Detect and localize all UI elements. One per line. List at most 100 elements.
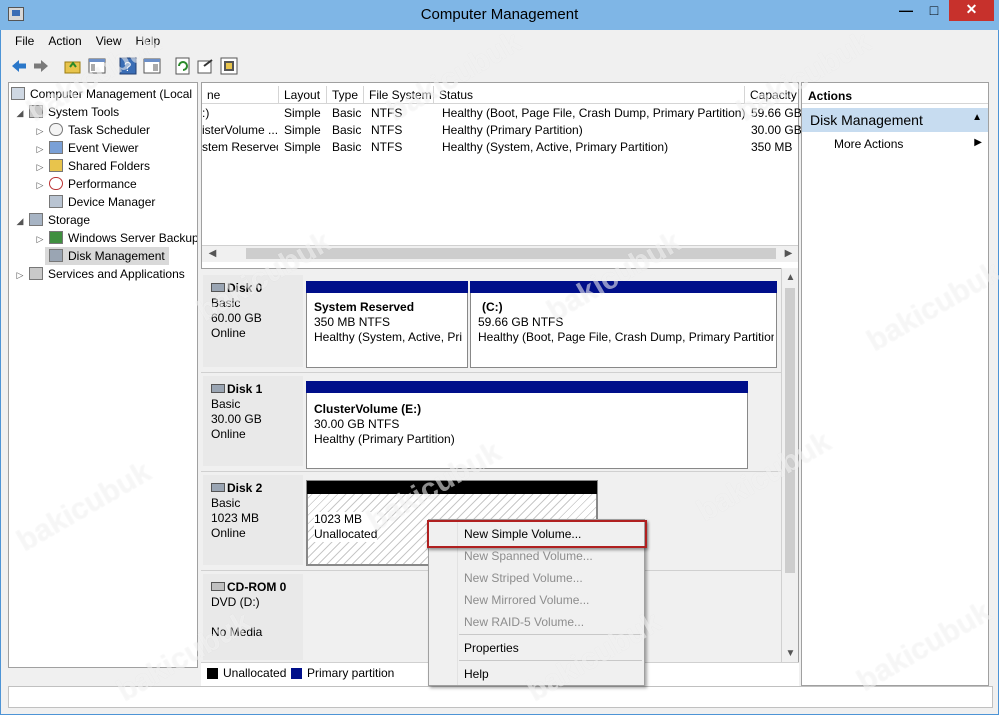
menu-item-new-raid5-volume[interactable]: New RAID-5 Volume... (464, 612, 584, 632)
unallocated-swatch (207, 668, 218, 679)
menu-item-properties[interactable]: Properties (464, 638, 519, 658)
tree-item-services-and-applications[interactable]: ▷ Services and Applications (15, 265, 185, 283)
tree-horizontal-scrollbar[interactable]: ◀ ▶ (9, 667, 197, 668)
type-cell: Basic (332, 123, 362, 137)
clock-icon (49, 123, 63, 136)
services-icon (29, 267, 43, 280)
show-hide-tree-icon[interactable] (88, 57, 106, 75)
disk-management-icon (49, 249, 63, 262)
scroll-right-arrow-icon[interactable]: ▶ (780, 246, 797, 262)
tree-item-disk-management[interactable]: Disk Management (45, 247, 169, 265)
menu-item-new-striped-volume[interactable]: New Striped Volume... (464, 568, 583, 588)
disk-size: 1023 MB (211, 511, 260, 525)
menu-item-help[interactable]: Help (464, 664, 489, 684)
file-system-cell: NTFS (371, 106, 403, 120)
disk-size: 60.00 GB (211, 311, 262, 325)
scroll-thumb[interactable] (785, 288, 795, 573)
forward-arrow-icon[interactable] (32, 57, 50, 75)
disk-type: Basic (211, 496, 241, 510)
disk-icon (211, 483, 225, 492)
collapsed-arrow-icon[interactable]: ▷ (35, 230, 45, 248)
collapsed-arrow-icon[interactable]: ▷ (35, 176, 45, 194)
collapsed-arrow-icon[interactable]: ▷ (35, 140, 45, 158)
partition-name: ClusterVolume (E:) (314, 402, 422, 416)
menu-help[interactable]: Help (129, 32, 168, 50)
collapse-arrow-icon[interactable]: ▲ (972, 112, 982, 123)
tree-item-system-tools[interactable]: ◢ System Tools (15, 103, 119, 121)
tree-item-performance[interactable]: ▷ Performance (35, 175, 137, 193)
disk-title: Disk 0 (211, 281, 303, 296)
disk-title: Disk 1 (211, 382, 303, 397)
legend-primary-partition: Primary partition (307, 666, 395, 680)
volume-name-cell[interactable]: :) (202, 105, 278, 122)
menu-bar: File Action View Help (8, 32, 167, 52)
expanded-arrow-icon[interactable]: ◢ (15, 104, 25, 122)
close-button[interactable]: ✕ (949, 0, 994, 21)
collapsed-arrow-icon[interactable]: ▷ (15, 266, 25, 284)
volume-list-horizontal-scrollbar[interactable]: ◀ ▶ (202, 245, 798, 262)
graphical-view-vertical-scrollbar[interactable]: ▲ ▼ (781, 268, 798, 668)
menu-item-new-mirrored-volume[interactable]: New Mirrored Volume... (464, 590, 589, 610)
minimize-button[interactable]: — (893, 1, 919, 21)
actions-section-title: Disk Management (810, 112, 923, 128)
menu-action[interactable]: Action (41, 32, 88, 50)
scroll-up-arrow-icon[interactable]: ▲ (782, 270, 799, 286)
highlight-box (427, 520, 647, 548)
navigation-tree[interactable]: Computer Management (Local ◢ System Tools… (8, 82, 198, 668)
scroll-thumb[interactable] (246, 248, 776, 259)
column-header-volume[interactable]: ne (202, 86, 279, 104)
tree-item-device-manager[interactable]: Device Manager (49, 193, 155, 211)
help-icon[interactable]: ? (119, 57, 137, 75)
partition-cluster-volume[interactable]: ClusterVolume (E:) 30.00 GB NTFS Healthy… (306, 381, 748, 469)
maximize-button[interactable]: □ (921, 1, 947, 21)
more-actions-item[interactable]: More Actions ▶ (802, 135, 988, 153)
scroll-down-arrow-icon[interactable]: ▼ (782, 646, 799, 662)
tree-item-shared-folders[interactable]: ▷ Shared Folders (35, 157, 150, 175)
partition-info: ClusterVolume (E:) 30.00 GB NTFS Healthy… (314, 402, 455, 447)
tree-item-computer-management[interactable]: Computer Management (Local (11, 85, 192, 103)
refresh-icon[interactable] (174, 57, 192, 75)
export-list-icon[interactable] (197, 57, 215, 75)
unallocated-label: Unallocated (314, 527, 378, 541)
toolbar: ? (8, 55, 993, 81)
tree-item-windows-server-backup[interactable]: ▷ Windows Server Backup (35, 229, 197, 248)
column-header-capacity[interactable]: Capacity (745, 86, 798, 104)
capacity-cell: 350 MB (751, 140, 793, 154)
column-header-layout[interactable]: Layout (279, 86, 327, 104)
partition-c-drive[interactable]: (C:) 59.66 GB NTFS Healthy (Boot, Page F… (470, 281, 777, 368)
properties-pane-icon[interactable] (143, 57, 161, 75)
tree-item-storage[interactable]: ◢ Storage (15, 211, 90, 229)
disk-label[interactable]: Disk 1 Basic 30.00 GB Online (203, 376, 303, 466)
status-bar (8, 686, 993, 708)
layout-cell: Simple (284, 106, 321, 120)
disk-icon (211, 384, 225, 393)
tree-item-task-scheduler[interactable]: ▷ Task Scheduler (35, 121, 150, 139)
partition-system-reserved[interactable]: System Reserved 350 MB NTFS Healthy (Sys… (306, 281, 468, 368)
layout-cell: Simple (284, 123, 321, 137)
column-header-type[interactable]: Type (327, 86, 364, 104)
menu-file[interactable]: File (8, 32, 41, 50)
partition-status: Healthy (System, Active, Pri (314, 330, 463, 344)
column-header-file-system[interactable]: File System (364, 86, 434, 104)
column-header-status[interactable]: Status (434, 86, 745, 104)
collapsed-arrow-icon[interactable]: ▷ (35, 122, 45, 140)
disk-label[interactable]: CD-ROM 0 DVD (D:) No Media (203, 574, 303, 660)
settings-icon[interactable] (220, 57, 238, 75)
volume-name-cell[interactable]: isterVolume ... (202, 122, 278, 139)
tools-icon (29, 105, 43, 118)
volume-name-cell[interactable]: stem Reserved (202, 139, 278, 156)
collapsed-arrow-icon[interactable]: ▷ (35, 158, 45, 176)
partition-info: (C:) 59.66 GB NTFS Healthy (Boot, Page F… (478, 300, 774, 345)
up-folder-icon[interactable] (64, 57, 82, 75)
disk-label[interactable]: Disk 0 Basic 60.00 GB Online (203, 275, 303, 367)
back-arrow-icon[interactable] (10, 57, 28, 75)
tree-item-event-viewer[interactable]: ▷ Event Viewer (35, 139, 138, 157)
actions-section-disk-management[interactable]: Disk Management ▲ (802, 108, 988, 132)
disk-label[interactable]: Disk 2 Basic 1023 MB Online (203, 475, 303, 565)
menu-view[interactable]: View (89, 32, 129, 50)
menu-item-new-spanned-volume[interactable]: New Spanned Volume... (464, 546, 593, 566)
disk-name: Disk 0 (227, 281, 263, 295)
scroll-left-arrow-icon[interactable]: ◀ (204, 246, 221, 262)
menu-separator (459, 660, 642, 661)
expanded-arrow-icon[interactable]: ◢ (15, 212, 25, 230)
